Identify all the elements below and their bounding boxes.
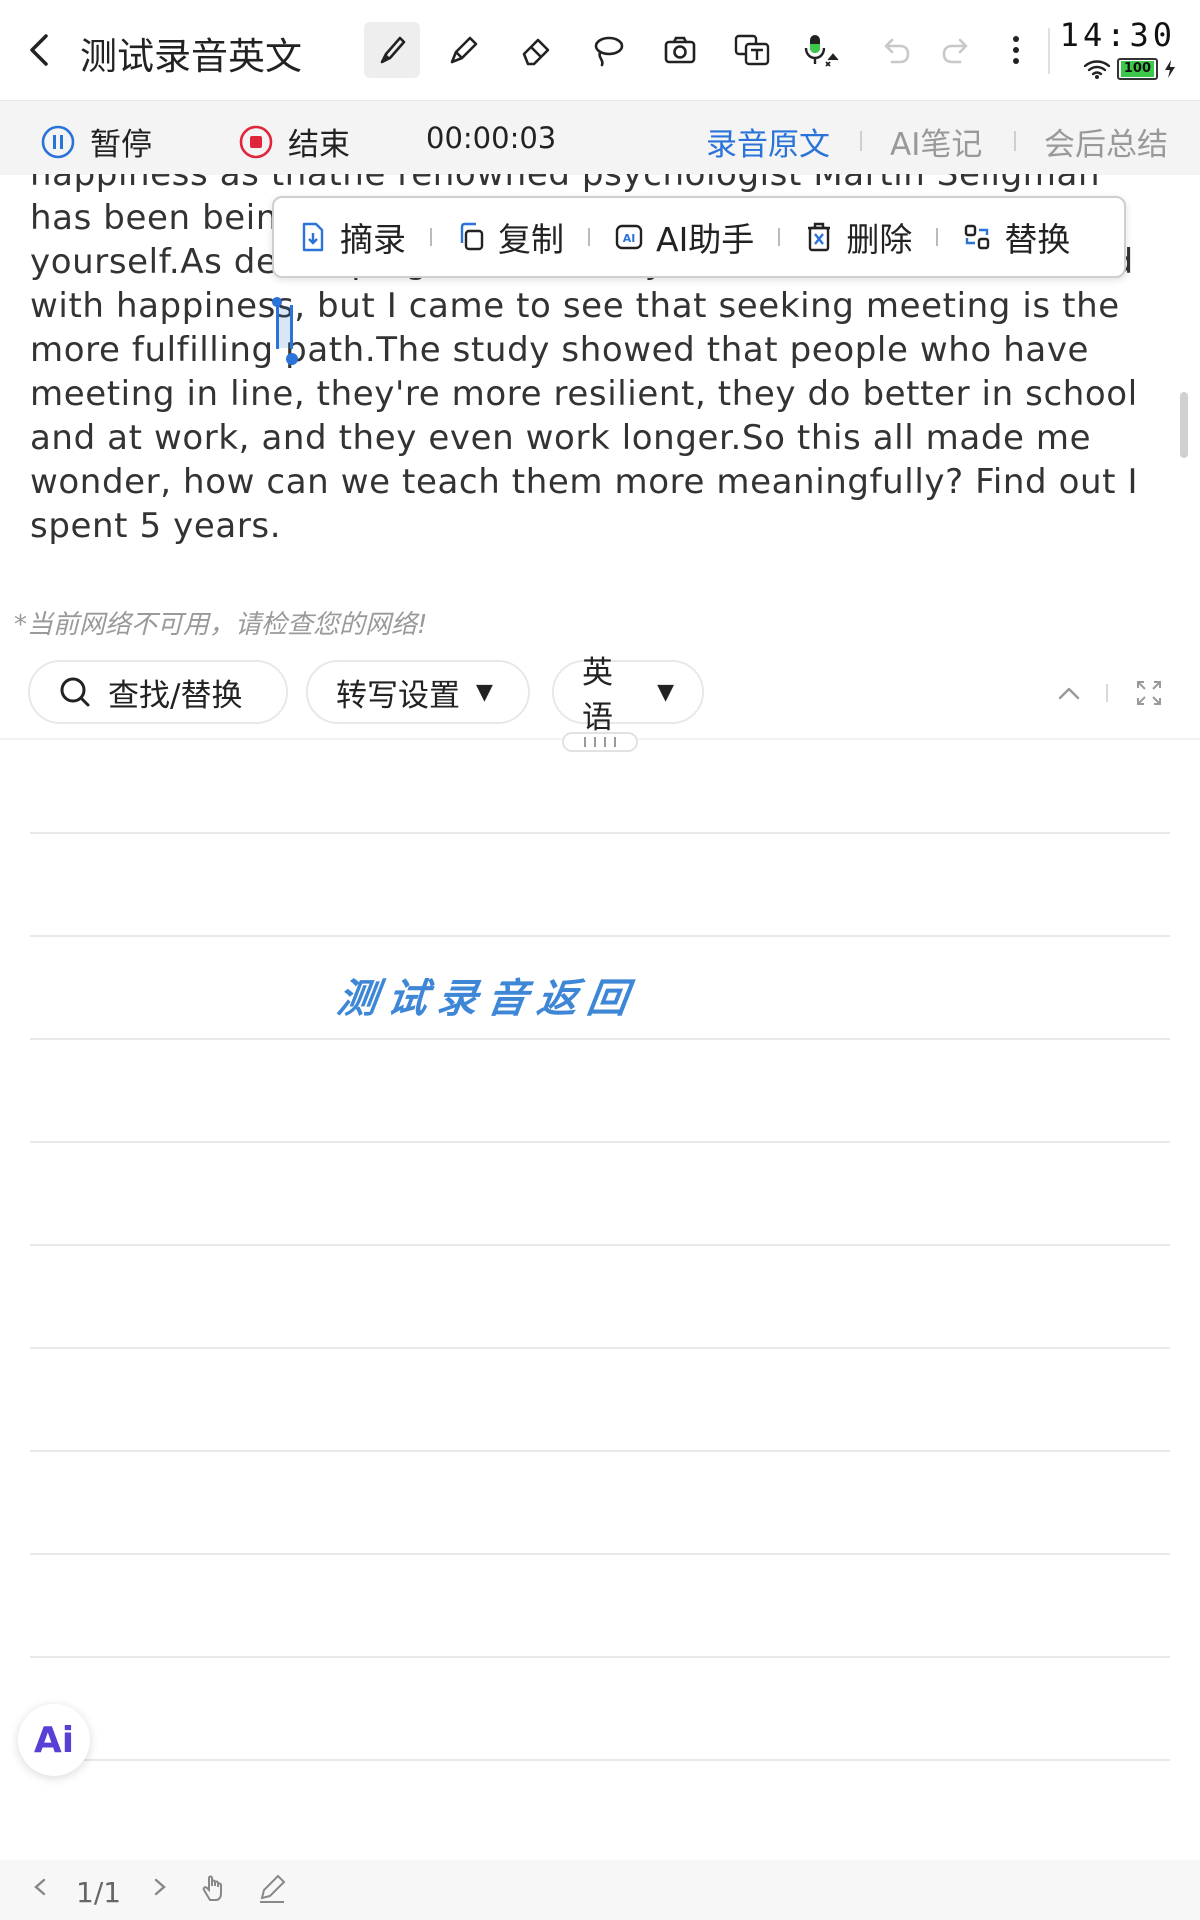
tab-transcript[interactable]: 录音原文 [706, 119, 830, 164]
ruled-line [30, 1141, 1170, 1143]
transcribe-settings-button[interactable]: 转写设置 ▼ [306, 660, 530, 724]
language-label: 英语 [582, 655, 613, 736]
recording-timer: 00:00:03 [426, 121, 557, 155]
charging-icon [1164, 59, 1176, 79]
brush-icon[interactable] [364, 22, 420, 78]
wifi-icon [1083, 59, 1111, 79]
delete-icon [808, 222, 831, 252]
eraser-icon[interactable] [508, 22, 564, 78]
ruled-line [30, 1656, 1170, 1658]
ruled-line [30, 1038, 1170, 1040]
ruled-line [30, 1347, 1170, 1349]
copy-icon [460, 222, 484, 251]
ai-assistant-icon: AI [615, 224, 643, 250]
collapse-icon[interactable] [1054, 678, 1084, 708]
transcript-scrollbar[interactable] [1180, 392, 1188, 458]
dropdown-caret-icon: ▼ [657, 679, 674, 705]
handwritten-note[interactable]: 测试录音返回 [334, 966, 642, 1024]
battery-icon: 100 [1116, 58, 1158, 80]
page-footer [0, 1860, 1200, 1920]
battery-level: 100 [1120, 61, 1154, 77]
ruled-line [30, 935, 1170, 937]
note-title[interactable]: 测试录音英文 [80, 26, 302, 80]
hand-tool-icon[interactable] [198, 1872, 230, 1904]
ruled-line [30, 832, 1170, 834]
clock: 14:30 [1059, 16, 1176, 54]
delete-button[interactable]: 删除 [780, 213, 936, 261]
network-warning: *当前网络不可用，请检查您的网络! [14, 610, 428, 640]
transcribe-settings-label: 转写设置 [336, 677, 460, 714]
tab-ai-notes[interactable]: AI笔记 [890, 119, 982, 164]
selection-context-menu: 摘录 复制 AI AI助手 删除 替换 [272, 196, 1126, 278]
tab-divider [860, 131, 862, 151]
language-select[interactable]: 英语 ▼ [552, 655, 704, 736]
translate-icon[interactable] [724, 22, 780, 78]
selection-start-caret [276, 305, 279, 349]
replace-label: 替换 [1004, 220, 1071, 259]
pen-icon[interactable] [436, 22, 492, 78]
redo-icon[interactable] [928, 22, 984, 78]
replace-icon [965, 224, 990, 250]
pause-button[interactable]: 暂停 [40, 119, 152, 164]
transcript-line: happiness as thathe renowned psychologis… [30, 174, 1101, 194]
ruled-line [30, 1553, 1170, 1555]
replace-button[interactable]: 替换 [938, 213, 1094, 261]
back-icon[interactable] [22, 28, 62, 72]
svg-text:AI: AI [623, 232, 636, 245]
copy-label: 复制 [498, 220, 564, 259]
page-indicator: 1/1 [76, 1876, 122, 1909]
mic-icon[interactable] [796, 22, 852, 78]
transcript-line: meeting in line, they're more resilient,… [30, 374, 1138, 414]
next-page-icon[interactable] [150, 1872, 170, 1902]
camera-icon[interactable] [652, 22, 708, 78]
ai-assistant-label: AI助手 [656, 220, 755, 259]
prev-page-icon[interactable] [30, 1872, 50, 1902]
transcript-line: more fulfilling path.The study showed th… [30, 330, 1090, 370]
undo-icon[interactable] [868, 22, 924, 78]
copy-button[interactable]: 复制 [432, 213, 588, 261]
pause-icon [41, 125, 75, 158]
ruled-line [30, 1450, 1170, 1452]
controls-divider [1106, 684, 1108, 702]
ruled-line [30, 1759, 1170, 1761]
pause-label: 暂停 [90, 127, 152, 163]
find-replace-label: 查找/替换 [108, 677, 243, 714]
excerpt-label: 摘录 [340, 220, 406, 259]
stop-label: 结束 [288, 127, 350, 163]
transcript-line: wonder, how can we teach them more meani… [30, 462, 1139, 502]
tab-summary[interactable]: 会后总结 [1044, 119, 1168, 164]
tab-divider [1014, 131, 1016, 151]
ruled-line [30, 1244, 1170, 1246]
ai-assistant-button[interactable]: AI AI助手 [590, 213, 778, 261]
recording-bar: 暂停 结束 00:00:03 录音原文 AI笔记 会后总结 [0, 101, 1200, 175]
panel-resize-handle[interactable] [562, 732, 638, 752]
transcript-line: and at work, and they even work longer.S… [30, 418, 1092, 458]
dropdown-caret-icon: ▼ [476, 679, 493, 705]
toolbar-divider [1048, 28, 1050, 74]
edit-icon[interactable] [256, 1872, 288, 1904]
excerpt-button[interactable]: 摘录 [274, 213, 430, 261]
stop-button[interactable]: 结束 [238, 119, 350, 164]
selection-end-caret [290, 305, 293, 349]
transcript-line: spent 5 years. [30, 506, 282, 546]
top-toolbar: 测试录音英文 14:30 100 [0, 0, 1200, 101]
ai-floating-button[interactable]: Ai [18, 1704, 90, 1776]
lasso-icon[interactable] [580, 22, 636, 78]
selection-end-handle[interactable] [286, 353, 298, 365]
delete-label: 删除 [846, 220, 913, 259]
search-icon [60, 677, 90, 707]
status-indicators: 100 [1083, 58, 1176, 80]
stop-icon [239, 125, 273, 158]
fullscreen-icon[interactable] [1134, 678, 1164, 708]
transcript-line: with happiness, but I came to see that s… [30, 286, 1120, 326]
find-replace-button[interactable]: 查找/替换 [28, 660, 288, 724]
more-icon[interactable] [988, 22, 1044, 78]
excerpt-icon [302, 222, 324, 252]
